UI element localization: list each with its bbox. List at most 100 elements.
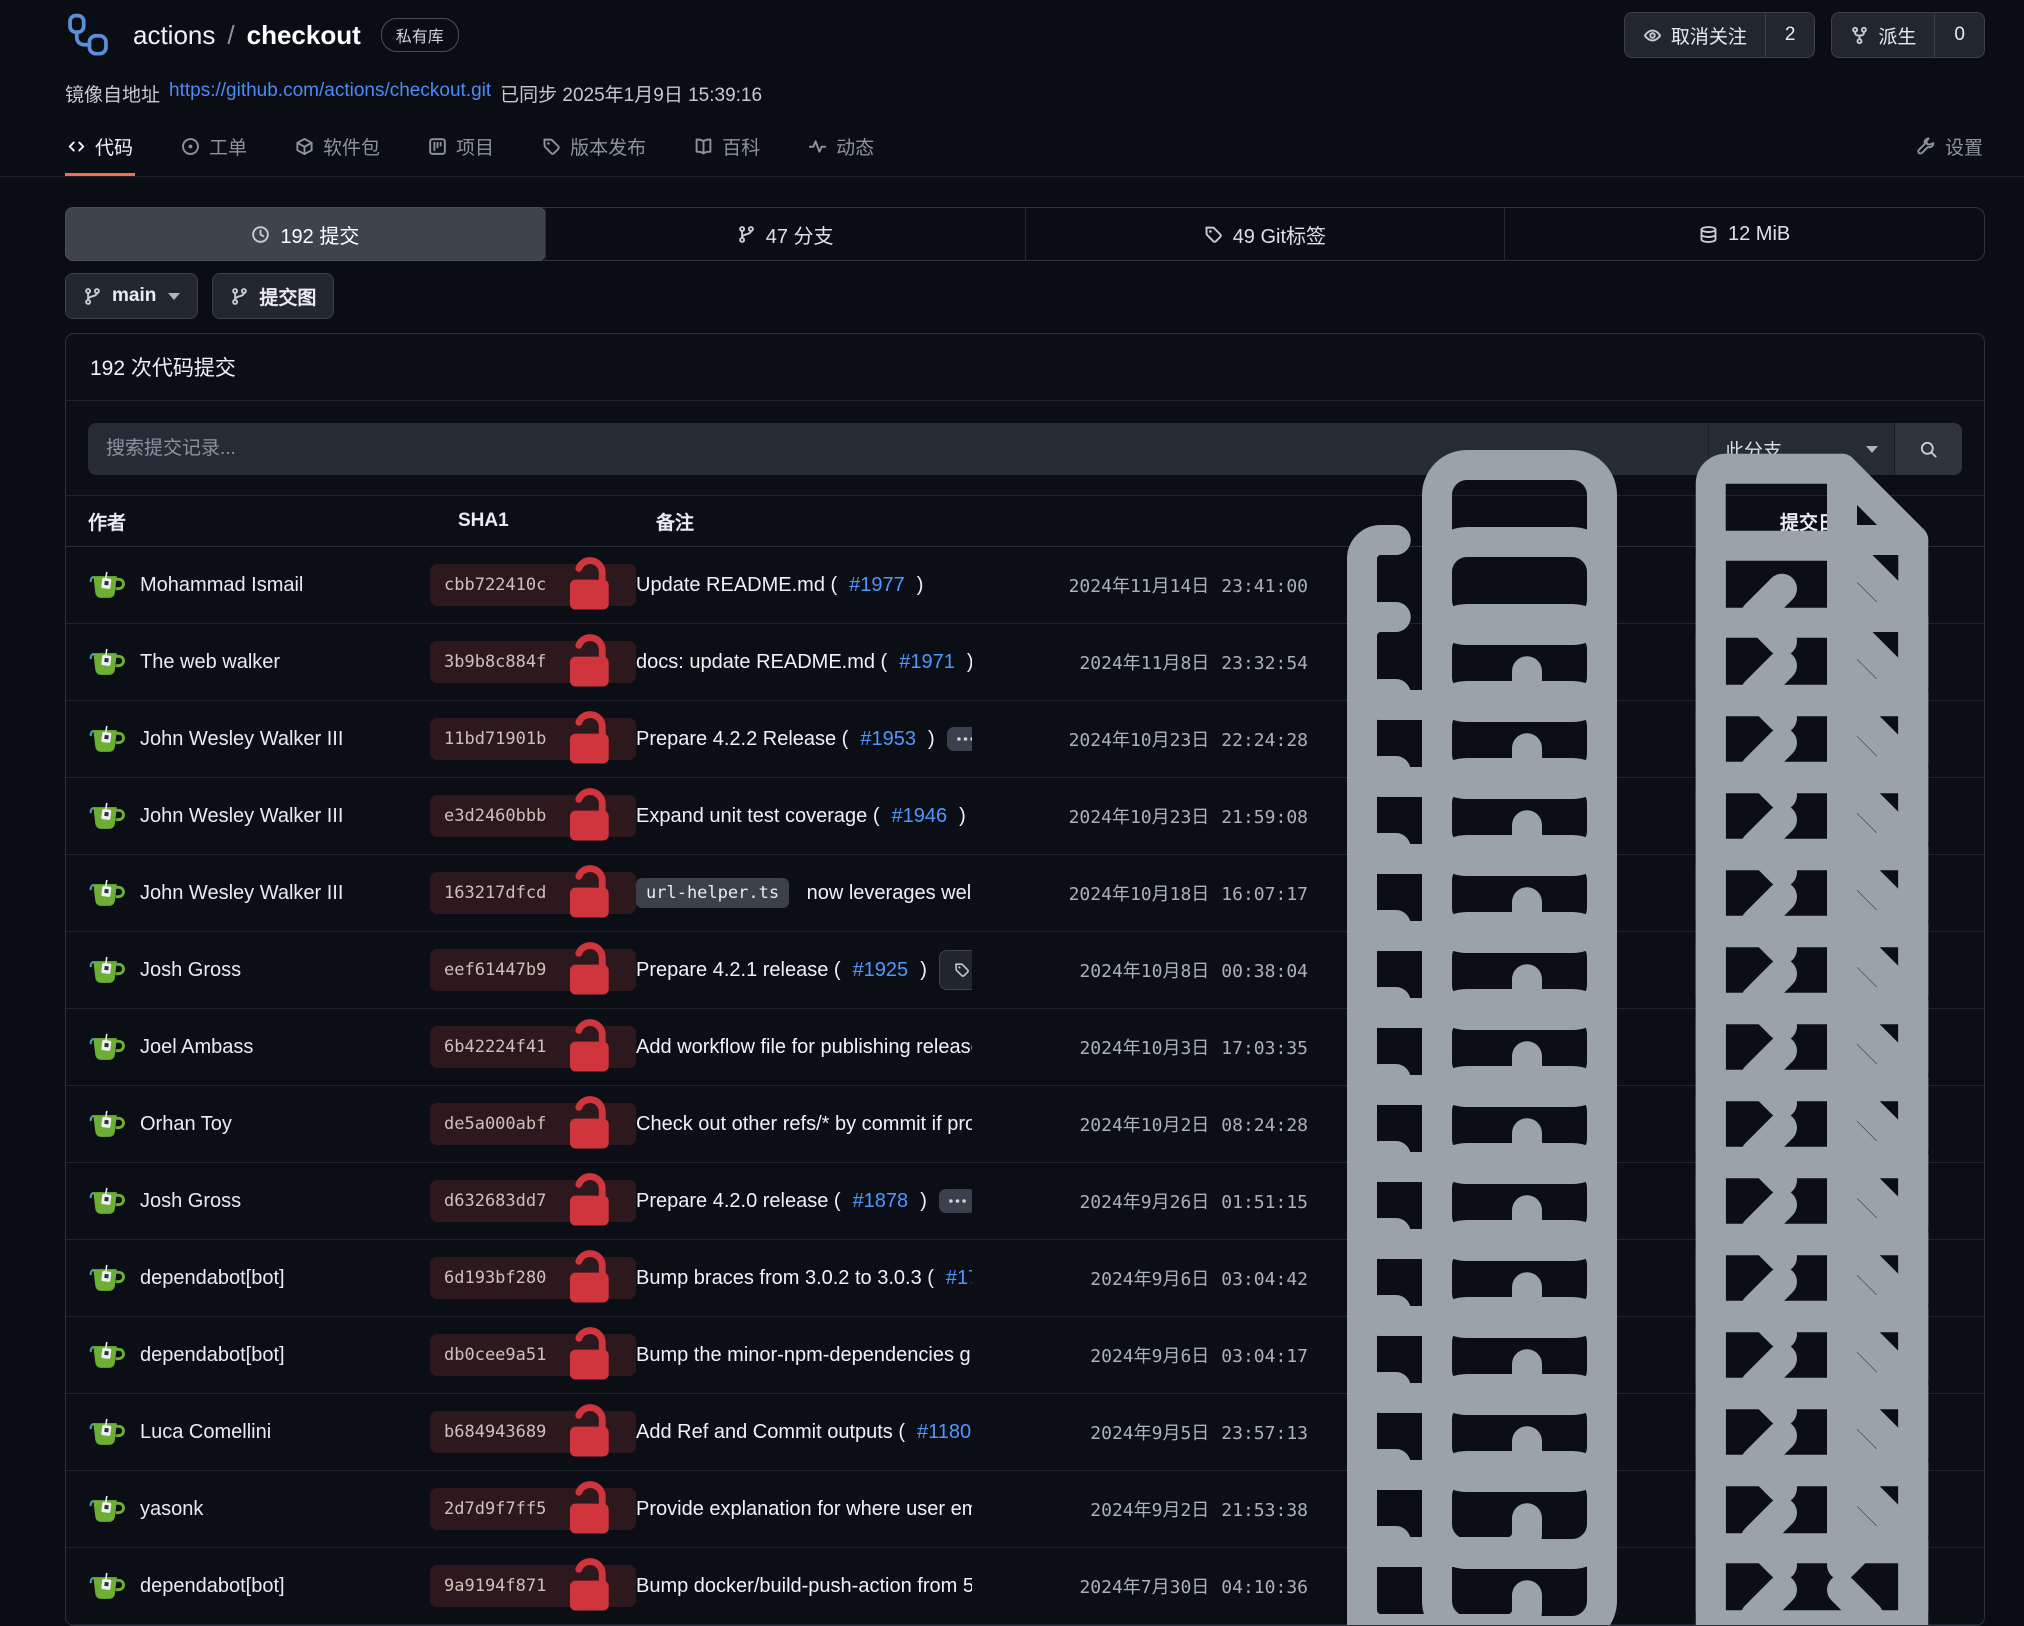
- commit-message: Check out other refs/* by commit if prov…: [636, 1113, 972, 1136]
- avatar[interactable]: [88, 1336, 126, 1374]
- commit-sha-link[interactable]: b684943689: [430, 1411, 636, 1453]
- avatar[interactable]: [88, 874, 126, 912]
- avatar[interactable]: [88, 1028, 126, 1066]
- commit-graph-button[interactable]: 提交图: [212, 273, 334, 319]
- tab-动态[interactable]: 动态: [806, 127, 876, 176]
- watch-count[interactable]: 2: [1765, 13, 1815, 57]
- commit-sha-link[interactable]: d632683dd7: [430, 1180, 636, 1222]
- commit-author-name: Joel Ambass: [140, 1036, 253, 1059]
- commit-sha-link[interactable]: 6d193bf280: [430, 1257, 636, 1299]
- inline-code: url-helper.ts: [636, 878, 789, 908]
- tag-icon: [1204, 225, 1223, 244]
- message-text: Expand unit test coverage (: [636, 805, 879, 828]
- repo-owner-link[interactable]: actions: [133, 20, 215, 51]
- fork-icon: [1850, 26, 1869, 45]
- database-icon: [1699, 225, 1718, 244]
- unlock-icon: [557, 1323, 622, 1388]
- message-text: Prepare 4.2.2 Release (: [636, 728, 848, 751]
- message-text: Add Ref and Commit outputs (: [636, 1421, 905, 1444]
- commit-message: Prepare 4.2.1 release (#1925)v4.2.1: [636, 950, 972, 990]
- commit-message: Bump the minor-npm-dependencies group ac…: [636, 1343, 972, 1367]
- commit-sha-link[interactable]: 163217dfcd: [430, 872, 636, 914]
- issue-link[interactable]: #1953: [860, 728, 916, 751]
- view-file-at-commit-button[interactable]: [1662, 1436, 1962, 1626]
- issue-link[interactable]: #1878: [853, 1190, 909, 1213]
- avatar[interactable]: [88, 951, 126, 989]
- stat-提交[interactable]: 192 提交: [65, 207, 546, 261]
- expand-commit-body-button[interactable]: [947, 727, 972, 751]
- tab-settings[interactable]: 设置: [1915, 127, 1985, 176]
- private-repo-badge: 私有库: [381, 18, 459, 52]
- tab-软件包[interactable]: 软件包: [293, 127, 382, 176]
- fork-button[interactable]: 派生 0: [1831, 12, 1985, 58]
- commit-message: Prepare 4.2.2 Release (#1953)v4v4.2.2: [636, 719, 972, 759]
- package-icon: [295, 137, 314, 156]
- unlock-icon: [557, 1169, 622, 1234]
- commit-graph-icon: [230, 287, 249, 306]
- column-author: 作者: [88, 508, 430, 535]
- tab-代码[interactable]: 代码: [65, 127, 135, 176]
- commit-sha-link[interactable]: db0cee9a51: [430, 1334, 636, 1376]
- avatar[interactable]: [88, 566, 126, 604]
- issue-link[interactable]: #1777: [946, 1267, 972, 1290]
- commit-sha-link[interactable]: 2d7d9f7ff5: [430, 1488, 636, 1530]
- stat-Git标签[interactable]: 49 Git标签: [1025, 208, 1505, 260]
- unlock-icon: [557, 707, 622, 772]
- commit-sha-link[interactable]: 9a9194f871: [430, 1565, 636, 1607]
- repo-name-link[interactable]: checkout: [247, 20, 361, 51]
- message-text: ): [928, 728, 935, 751]
- commits-list: Mohammad Ismail cbb722410c Update README…: [66, 547, 1984, 1625]
- avatar[interactable]: [88, 1413, 126, 1451]
- commit-author-name: John Wesley Walker III: [140, 805, 343, 828]
- tab-百科[interactable]: 百科: [692, 127, 762, 176]
- commit-message: Bump braces from 3.0.2 to 3.0.3 (#1777): [636, 1266, 972, 1290]
- column-sha: SHA1: [430, 510, 636, 532]
- eye-icon: [1643, 26, 1662, 45]
- message-text: Bump docker/build-push-action from 5.3.0…: [636, 1575, 972, 1598]
- issue-link[interactable]: #1925: [853, 959, 909, 982]
- avatar[interactable]: [88, 1259, 126, 1297]
- issue-link[interactable]: #1180: [917, 1421, 971, 1444]
- commit-message: Prepare 4.2.0 release (#1878)v4.2.0: [636, 1181, 972, 1221]
- commit-sha-link[interactable]: eef61447b9: [430, 949, 636, 991]
- avatar[interactable]: [88, 720, 126, 758]
- branch-selector[interactable]: main: [65, 273, 198, 319]
- project-icon: [428, 137, 447, 156]
- message-text: Provide explanation for where user email…: [636, 1498, 972, 1521]
- commits-card: 192 次代码提交 此分支 作者 SHA1 备注 提交日期: [65, 333, 1985, 1626]
- stat-MiB[interactable]: 12 MiB: [1504, 208, 1984, 260]
- release-icon: [542, 137, 561, 156]
- repo-commits-page: actions / checkout 私有库 取消关注 2 派生 0 镜像自地址…: [0, 0, 2024, 1618]
- fork-count[interactable]: 0: [1934, 13, 1984, 57]
- tab-版本发布[interactable]: 版本发布: [540, 127, 648, 176]
- avatar[interactable]: [88, 1567, 126, 1605]
- commit-sha-link[interactable]: e3d2460bbb: [430, 795, 636, 837]
- copy-sha-button[interactable]: [1332, 1436, 1632, 1626]
- expand-commit-body-button[interactable]: [939, 1189, 972, 1213]
- stat-分支[interactable]: 47 分支: [545, 208, 1025, 260]
- avatar[interactable]: [88, 1490, 126, 1528]
- avatar[interactable]: [88, 1105, 126, 1143]
- activity-icon: [808, 137, 827, 156]
- message-text: ): [920, 959, 927, 982]
- commit-sha-link[interactable]: de5a000abf: [430, 1103, 636, 1145]
- issue-link[interactable]: #1946: [891, 805, 947, 828]
- avatar[interactable]: [88, 1182, 126, 1220]
- commit-sha-link[interactable]: 3b9b8c884f: [430, 641, 636, 683]
- commit-sha-link[interactable]: 6b42224f41: [430, 1026, 636, 1068]
- commit-message: Add workflow file for publishing release…: [636, 1035, 972, 1059]
- commit-sha-link[interactable]: cbb722410c: [430, 564, 636, 606]
- mirror-url-link[interactable]: https://github.com/actions/checkout.git: [169, 80, 491, 107]
- unwatch-button[interactable]: 取消关注 2: [1624, 12, 1816, 58]
- avatar[interactable]: [88, 797, 126, 835]
- tab-项目[interactable]: 项目: [426, 127, 496, 176]
- site-logo-icon[interactable]: [65, 12, 111, 58]
- tag-pill[interactable]: v4.2.1: [939, 950, 972, 990]
- message-text: Add workflow file for publishing release…: [636, 1036, 972, 1059]
- avatar[interactable]: [88, 643, 126, 681]
- commit-sha-link[interactable]: 11bd71901b: [430, 718, 636, 760]
- mirror-synced-time: 已同步 2025年1月9日 15:39:16: [500, 80, 762, 107]
- issue-link[interactable]: #1971: [899, 651, 955, 674]
- issue-link[interactable]: #1977: [849, 574, 905, 597]
- tab-工单[interactable]: 工单: [179, 127, 249, 176]
